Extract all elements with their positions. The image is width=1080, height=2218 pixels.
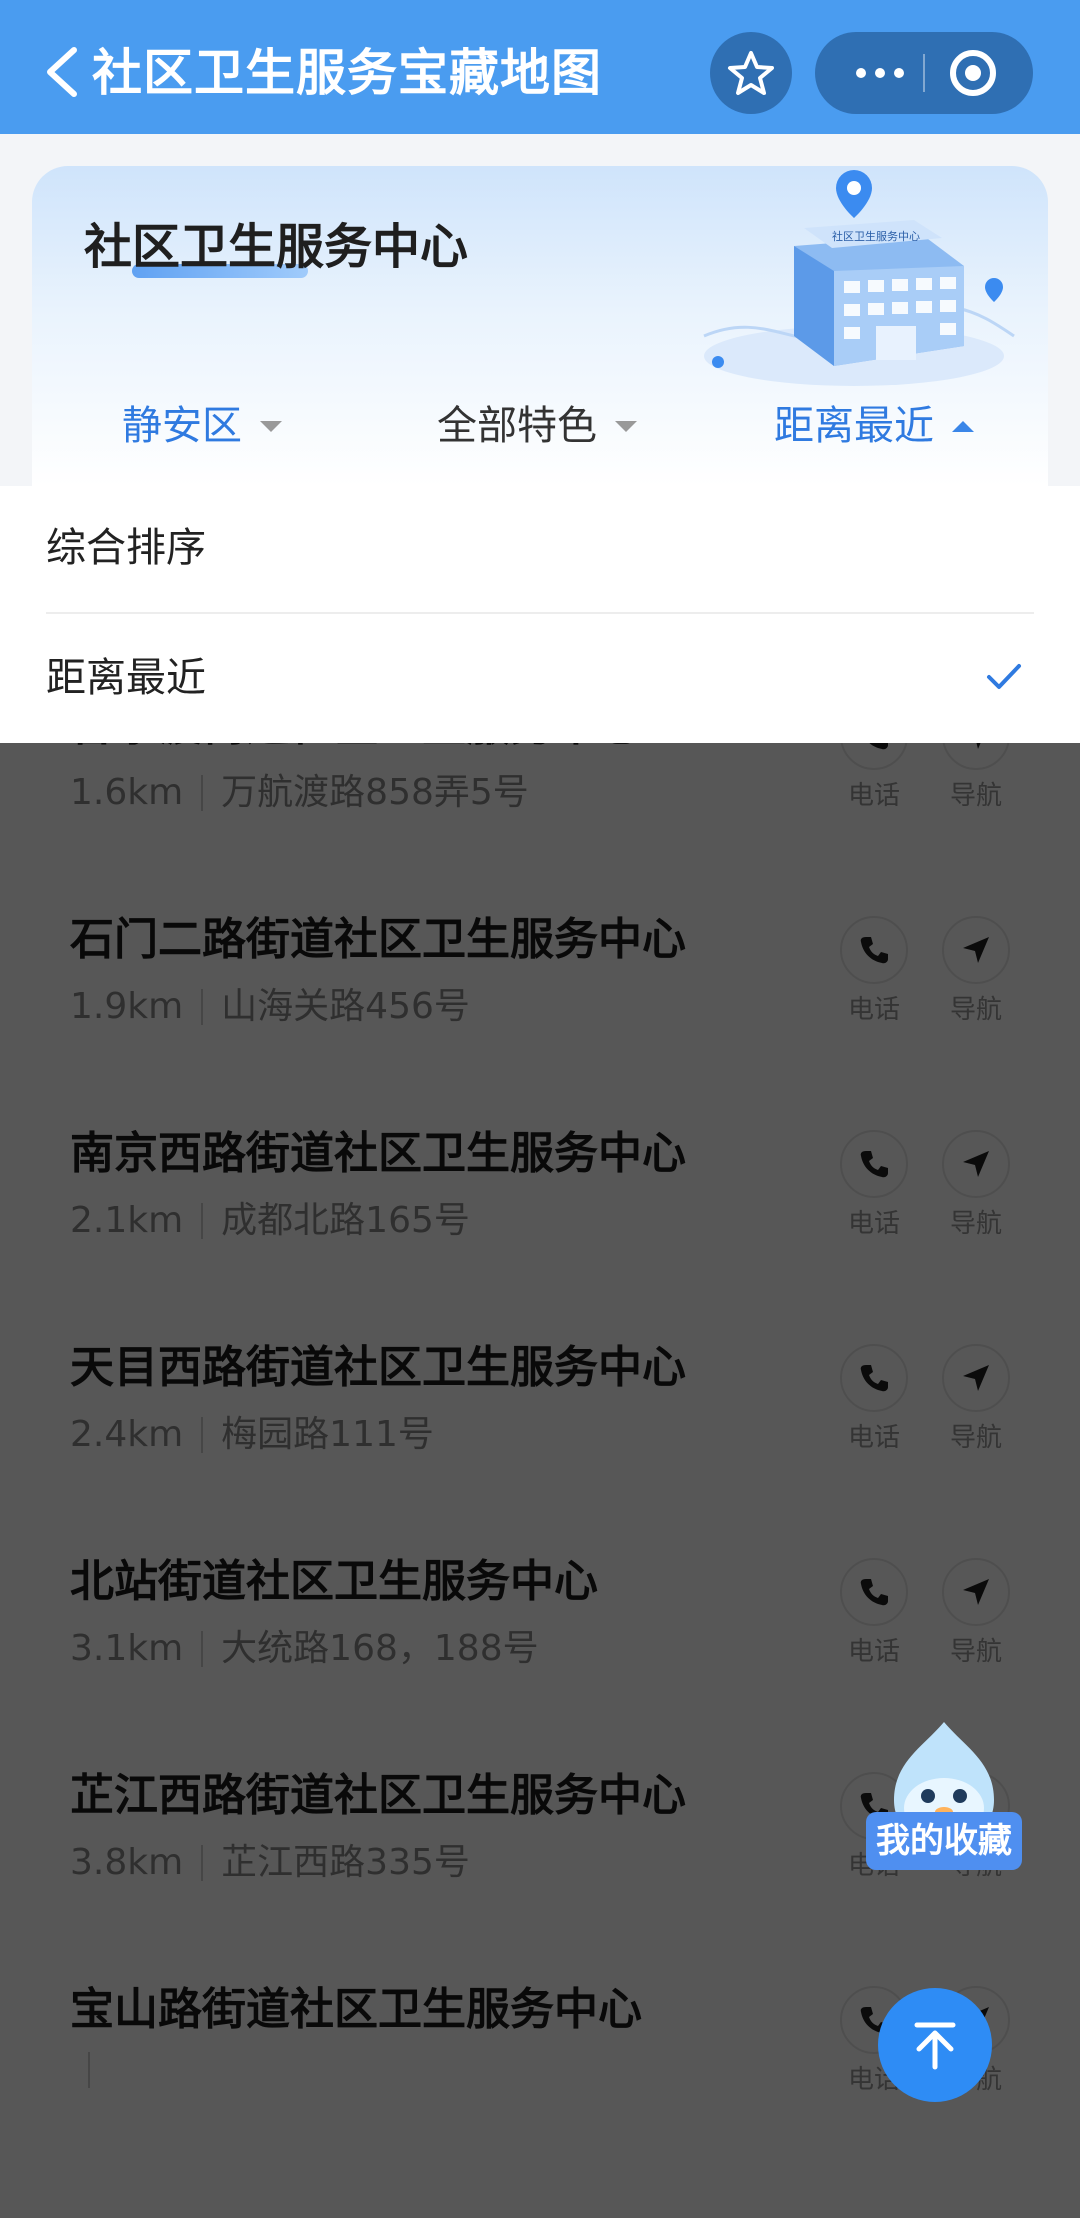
page-title: 社区卫生服务宝藏地图 [92, 44, 602, 102]
caret-down-icon [615, 420, 637, 432]
hospital-building-illustration: 社区卫生服务中心 [684, 166, 1024, 396]
close-miniprogram-icon[interactable] [950, 50, 996, 96]
filter-feature[interactable]: 全部特色 [437, 398, 637, 454]
caret-down-icon [260, 420, 282, 432]
header-card: 社区卫生服务中心 社区卫生服务中心 静安区 全部特色 距离最近 [32, 166, 1048, 486]
sort-dropdown: 综合排序 距离最近 [0, 486, 1080, 743]
capsule-menu [815, 32, 1033, 114]
caret-up-icon [952, 420, 974, 432]
filter-sort-label: 距离最近 [774, 403, 934, 449]
filter-sort[interactable]: 距离最近 [774, 398, 974, 454]
back-to-top-button[interactable] [878, 1988, 992, 2102]
nav-bar: 社区卫生服务宝藏地图 [0, 0, 1080, 134]
filter-feature-label: 全部特色 [437, 403, 597, 449]
star-icon[interactable] [710, 32, 792, 114]
filter-bar: 静安区 全部特色 距离最近 [32, 378, 1048, 478]
check-icon [987, 664, 1021, 689]
filter-district[interactable]: 静安区 [122, 398, 282, 454]
more-icon[interactable] [845, 32, 915, 114]
capsule-divider [923, 54, 925, 92]
filter-district-label: 静安区 [122, 403, 242, 449]
sort-option-nearest[interactable]: 距离最近 [46, 616, 1034, 744]
back-icon[interactable] [40, 44, 84, 100]
sort-option-label: 综合排序 [46, 525, 206, 571]
header-title: 社区卫生服务中心 [84, 219, 469, 275]
favorites-label[interactable]: 我的收藏 [866, 1812, 1022, 1870]
arrow-up-icon [914, 2022, 956, 2070]
building-sign: 社区卫生服务中心 [832, 229, 920, 243]
sort-option-comprehensive[interactable]: 综合排序 [46, 486, 1034, 614]
sort-option-label: 距离最近 [46, 655, 206, 701]
